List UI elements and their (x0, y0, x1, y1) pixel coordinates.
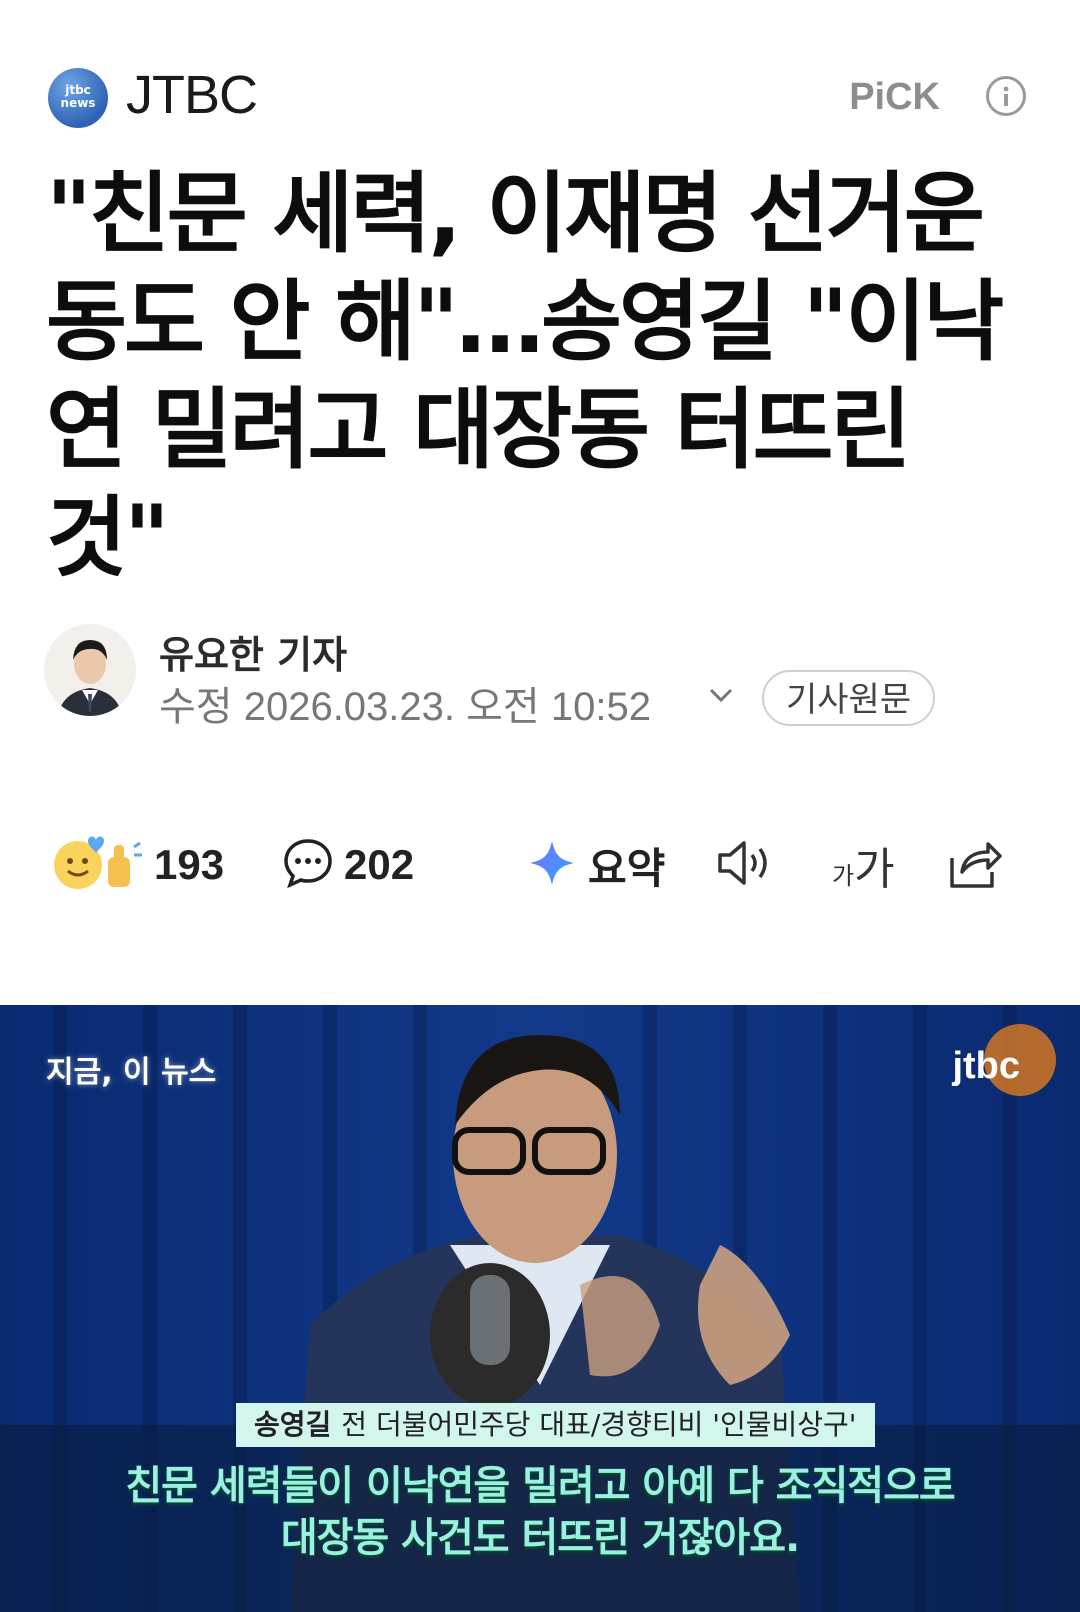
news-section-tag: 지금, 이 뉴스 (46, 1055, 217, 1090)
share-icon (946, 836, 1002, 894)
reporter-name[interactable]: 유요한 기자 (159, 624, 347, 679)
speaker-name: 송영길 (254, 1408, 332, 1441)
emoji-reaction-icon (52, 833, 144, 897)
pick-badge: PiCK (849, 76, 940, 118)
speaker-title: 전 더불어민주당 대표/경향티비 '인물비상구' (341, 1408, 857, 1441)
share-button[interactable] (946, 820, 1002, 910)
text-to-speech-button[interactable] (716, 820, 776, 910)
speaker-icon (716, 837, 776, 893)
subtitle-line-1: 친문 세력들이 이낙연을 밀려고 아예 다 조직적으로 (125, 1463, 955, 1509)
byline: 유요한 기자 수정 2026.03.23. 오전 10:52 기사원문 (44, 624, 1044, 734)
channel-watermark: jtbc (952, 1045, 1020, 1087)
sparkle-icon (528, 839, 576, 891)
video-player[interactable]: 지금, 이 뉴스 jtbc 송영길 전 더불어민주당 대표/경향티비 '인물비상구… (0, 1005, 1080, 1612)
speaker-caption: 송영길 전 더불어민주당 대표/경향티비 '인물비상구' (236, 1403, 875, 1447)
press-name[interactable]: JTBC (126, 64, 258, 126)
comment-icon (282, 837, 334, 893)
font-size-icon: 가가 (832, 844, 895, 895)
original-article-button[interactable]: 기사원문 (762, 670, 936, 726)
reaction-count: 193 (154, 841, 225, 888)
jtbc-news-logo[interactable]: jtbc news (48, 68, 108, 128)
comment-count: 202 (344, 841, 415, 888)
reaction-button[interactable]: 193 (52, 820, 224, 910)
modified-timestamp: 수정 2026.03.23. 오전 10:52 (159, 685, 651, 729)
info-icon[interactable] (986, 76, 1026, 116)
summary-label: 요약 (588, 843, 666, 893)
reporter-avatar[interactable] (44, 624, 136, 716)
chevron-down-icon[interactable] (706, 680, 736, 710)
action-bar: 193 202 요약 가가 (0, 820, 1080, 910)
top-bar: jtbc news JTBC PiCK (0, 58, 1080, 142)
font-size-button[interactable]: 가가 (832, 820, 895, 910)
summary-button[interactable]: 요약 (528, 820, 665, 910)
comment-button[interactable]: 202 (282, 820, 414, 910)
article-headline: "친문 세력, 이재명 선거운동도 안 해"…송영길 "이낙연 밀려고 대장동 … (46, 162, 1004, 589)
subtitle-line-2: 대장동 사건도 터뜨린 거잖아요. (280, 1515, 800, 1561)
